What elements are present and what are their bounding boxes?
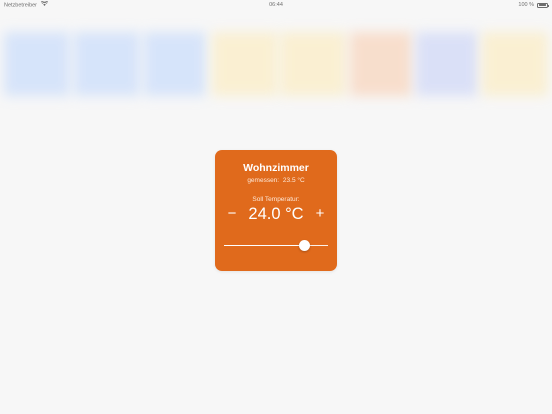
measured-temperature: gemessen: 23.5 °C (215, 177, 337, 184)
decrease-temperature-button[interactable]: − (225, 206, 239, 222)
increase-temperature-button[interactable]: + (313, 206, 327, 222)
slider-fill (224, 244, 305, 246)
measured-label: gemessen: (247, 177, 280, 184)
measured-value: 23.5 °C (282, 177, 305, 184)
slider-thumb[interactable] (298, 240, 310, 251)
thermostat-card: Wohnzimmer gemessen: 23.5 °C Soll Temper… (215, 150, 337, 271)
temperature-slider[interactable] (224, 240, 328, 251)
room-name: Wohnzimmer (243, 162, 309, 174)
target-temperature-label: Soll Temperatur: (252, 196, 300, 203)
